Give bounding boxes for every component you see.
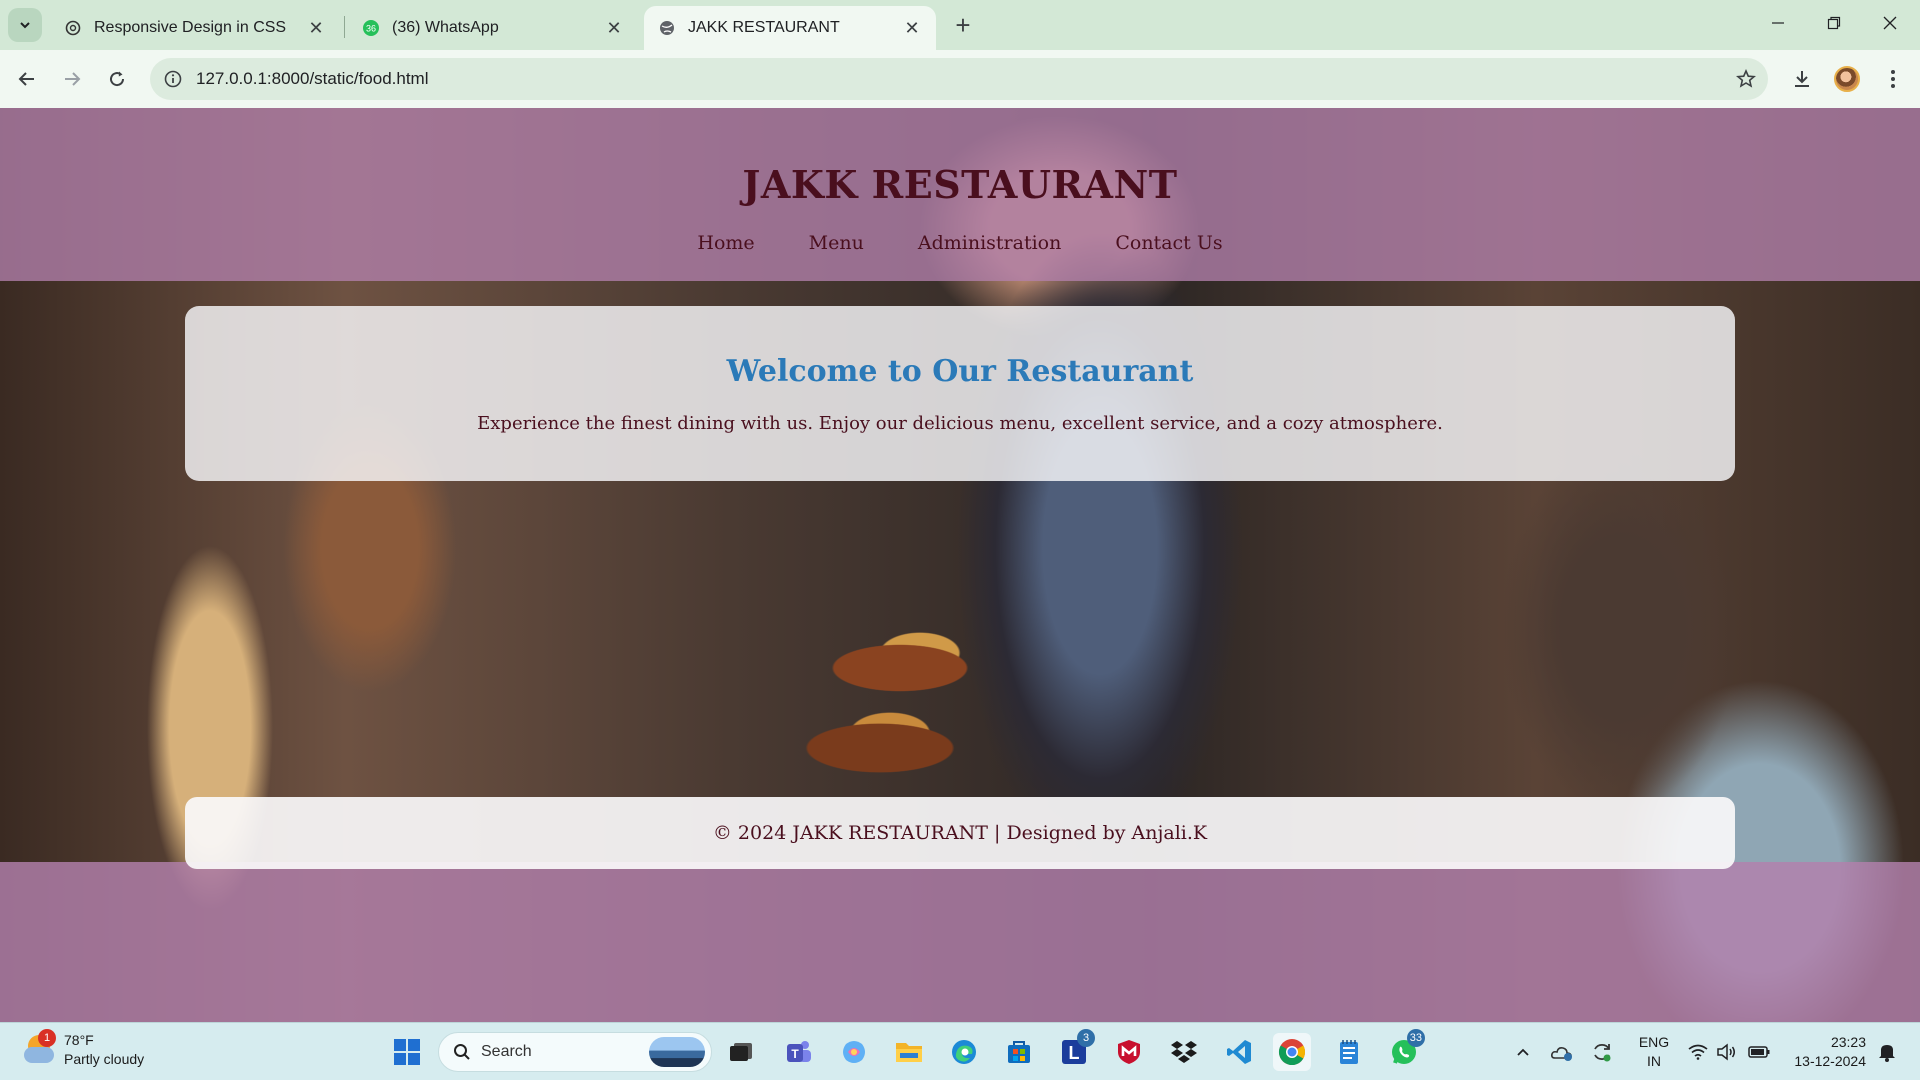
microsoft-store-icon[interactable] bbox=[1000, 1033, 1038, 1071]
show-hidden-icons-button[interactable] bbox=[1508, 1023, 1538, 1080]
svg-text:T: T bbox=[791, 1047, 799, 1061]
close-icon[interactable]: ✕ bbox=[604, 18, 624, 38]
more-vertical-icon bbox=[1891, 70, 1895, 88]
whatsapp-icon: 36 bbox=[362, 19, 380, 37]
openai-icon bbox=[64, 19, 82, 37]
site-nav: Home Menu Administration Contact Us bbox=[0, 232, 1920, 254]
tab-title: (36) WhatsApp bbox=[392, 19, 499, 36]
restore-button[interactable] bbox=[1806, 0, 1862, 46]
page-viewport: JAKK RESTAURANT Home Menu Administration… bbox=[0, 108, 1920, 1022]
teams-icon[interactable]: T bbox=[780, 1033, 818, 1071]
welcome-card: Welcome to Our Restaurant Experience the… bbox=[185, 306, 1735, 481]
lang-region: IN bbox=[1647, 1053, 1661, 1069]
taskbar-search[interactable]: Search bbox=[438, 1032, 712, 1072]
close-icon[interactable]: ✕ bbox=[306, 18, 326, 38]
clock-time: 23:23 bbox=[1830, 1034, 1866, 1050]
browser-menu-button[interactable] bbox=[1876, 62, 1910, 96]
nav-link-administration[interactable]: Administration bbox=[918, 232, 1061, 254]
nav-link-home[interactable]: Home bbox=[697, 232, 754, 254]
browser-toolbar: 127.0.0.1:8000/static/food.html bbox=[0, 50, 1920, 108]
welcome-heading: Welcome to Our Restaurant bbox=[726, 354, 1194, 389]
close-icon[interactable]: ✕ bbox=[902, 18, 922, 38]
site-footer: © 2024 JAKK RESTAURANT | Designed by Anj… bbox=[185, 797, 1735, 869]
close-window-button[interactable] bbox=[1862, 0, 1918, 46]
tab-title: Responsive Design in CSS bbox=[94, 19, 287, 36]
notification-bell-icon[interactable] bbox=[1872, 1023, 1902, 1080]
battery-icon[interactable] bbox=[1744, 1023, 1774, 1080]
whatsapp-count: 36 bbox=[366, 24, 376, 34]
whatsapp-badge: 33 bbox=[1406, 1029, 1425, 1047]
chrome-icon[interactable] bbox=[1273, 1033, 1311, 1071]
tab-strip: Responsive Design in CSS ✕ 36 (36) Whats… bbox=[0, 0, 1920, 50]
avatar bbox=[1834, 66, 1860, 92]
site-title: JAKK RESTAURANT bbox=[742, 162, 1178, 207]
start-button[interactable] bbox=[388, 1033, 426, 1071]
onedrive-icon[interactable] bbox=[1546, 1023, 1578, 1080]
chevron-down-icon bbox=[20, 22, 30, 29]
tab-whatsapp[interactable]: 36 (36) WhatsApp ✕ bbox=[348, 6, 638, 50]
tab-search-button[interactable] bbox=[8, 8, 42, 42]
minimize-button[interactable] bbox=[1750, 0, 1806, 46]
dropbox-icon[interactable] bbox=[1165, 1033, 1203, 1071]
site-info-icon[interactable] bbox=[150, 70, 196, 88]
task-view-icon[interactable] bbox=[722, 1033, 760, 1071]
taskbar: 1 78°F Partly cloudy Search T L 3 33 ENG… bbox=[0, 1022, 1920, 1080]
globe-icon bbox=[658, 19, 676, 37]
weather-widget[interactable]: 1 78°F Partly cloudy bbox=[22, 1029, 145, 1069]
forward-button[interactable] bbox=[55, 62, 89, 96]
windows-icon bbox=[394, 1039, 420, 1065]
system-clock[interactable]: 23:23 13-12-2024 bbox=[1786, 1033, 1866, 1071]
url-text[interactable]: 127.0.0.1:8000/static/food.html bbox=[196, 69, 1724, 89]
footer-text: © 2024 JAKK RESTAURANT | Designed by Anj… bbox=[712, 822, 1208, 844]
svg-text:L: L bbox=[1069, 1043, 1080, 1063]
lang-code: ENG bbox=[1638, 1034, 1670, 1050]
l-app-badge: 3 bbox=[1077, 1029, 1095, 1047]
mcafee-icon[interactable] bbox=[1110, 1033, 1148, 1071]
search-highlight-image bbox=[649, 1037, 705, 1067]
wifi-icon[interactable] bbox=[1684, 1023, 1712, 1080]
address-bar[interactable]: 127.0.0.1:8000/static/food.html bbox=[150, 58, 1768, 100]
back-button[interactable] bbox=[10, 62, 44, 96]
file-explorer-icon[interactable] bbox=[890, 1033, 928, 1071]
reload-icon bbox=[110, 71, 125, 87]
arrow-left-icon bbox=[18, 72, 34, 86]
weather-desc: Partly cloudy bbox=[64, 1051, 145, 1067]
tab-title: JAKK RESTAURANT bbox=[688, 19, 840, 36]
footer-band bbox=[0, 862, 1920, 1022]
l-app-icon[interactable]: L 3 bbox=[1055, 1029, 1095, 1071]
reload-button[interactable] bbox=[100, 62, 134, 96]
vscode-icon[interactable] bbox=[1220, 1033, 1258, 1071]
tab-jakk-restaurant[interactable]: JAKK RESTAURANT ✕ bbox=[644, 6, 936, 50]
search-label: Search bbox=[481, 1043, 532, 1060]
nav-link-contact[interactable]: Contact Us bbox=[1115, 232, 1222, 254]
arrow-right-icon bbox=[65, 72, 81, 86]
chevron-up-icon bbox=[1517, 1048, 1529, 1056]
tab-responsive-design[interactable]: Responsive Design in CSS ✕ bbox=[50, 6, 340, 50]
tab-separator bbox=[344, 16, 345, 38]
notepad-icon[interactable] bbox=[1330, 1033, 1368, 1071]
weather-temp: 78°F bbox=[64, 1032, 94, 1048]
profile-button[interactable] bbox=[1830, 62, 1864, 96]
download-icon bbox=[1795, 71, 1809, 87]
welcome-text: Experience the finest dining with us. En… bbox=[477, 413, 1443, 434]
downloads-button[interactable] bbox=[1785, 62, 1819, 96]
volume-icon[interactable] bbox=[1712, 1023, 1740, 1080]
new-tab-button[interactable]: + bbox=[948, 10, 978, 40]
weather-badge: 1 bbox=[38, 1029, 56, 1047]
input-language-indicator[interactable]: ENG IN bbox=[1634, 1033, 1674, 1071]
site-header: JAKK RESTAURANT Home Menu Administration… bbox=[0, 108, 1920, 281]
nav-link-menu[interactable]: Menu bbox=[809, 232, 864, 254]
edge-icon[interactable] bbox=[945, 1033, 983, 1071]
sync-icon[interactable] bbox=[1586, 1023, 1618, 1080]
partly-cloudy-icon: 1 bbox=[22, 1029, 56, 1067]
bookmark-star-icon[interactable] bbox=[1724, 69, 1768, 89]
clock-date: 13-12-2024 bbox=[1794, 1053, 1866, 1069]
search-icon bbox=[454, 1044, 470, 1060]
whatsapp-taskbar-icon[interactable]: 33 bbox=[1385, 1029, 1425, 1071]
copilot-icon[interactable] bbox=[835, 1033, 873, 1071]
